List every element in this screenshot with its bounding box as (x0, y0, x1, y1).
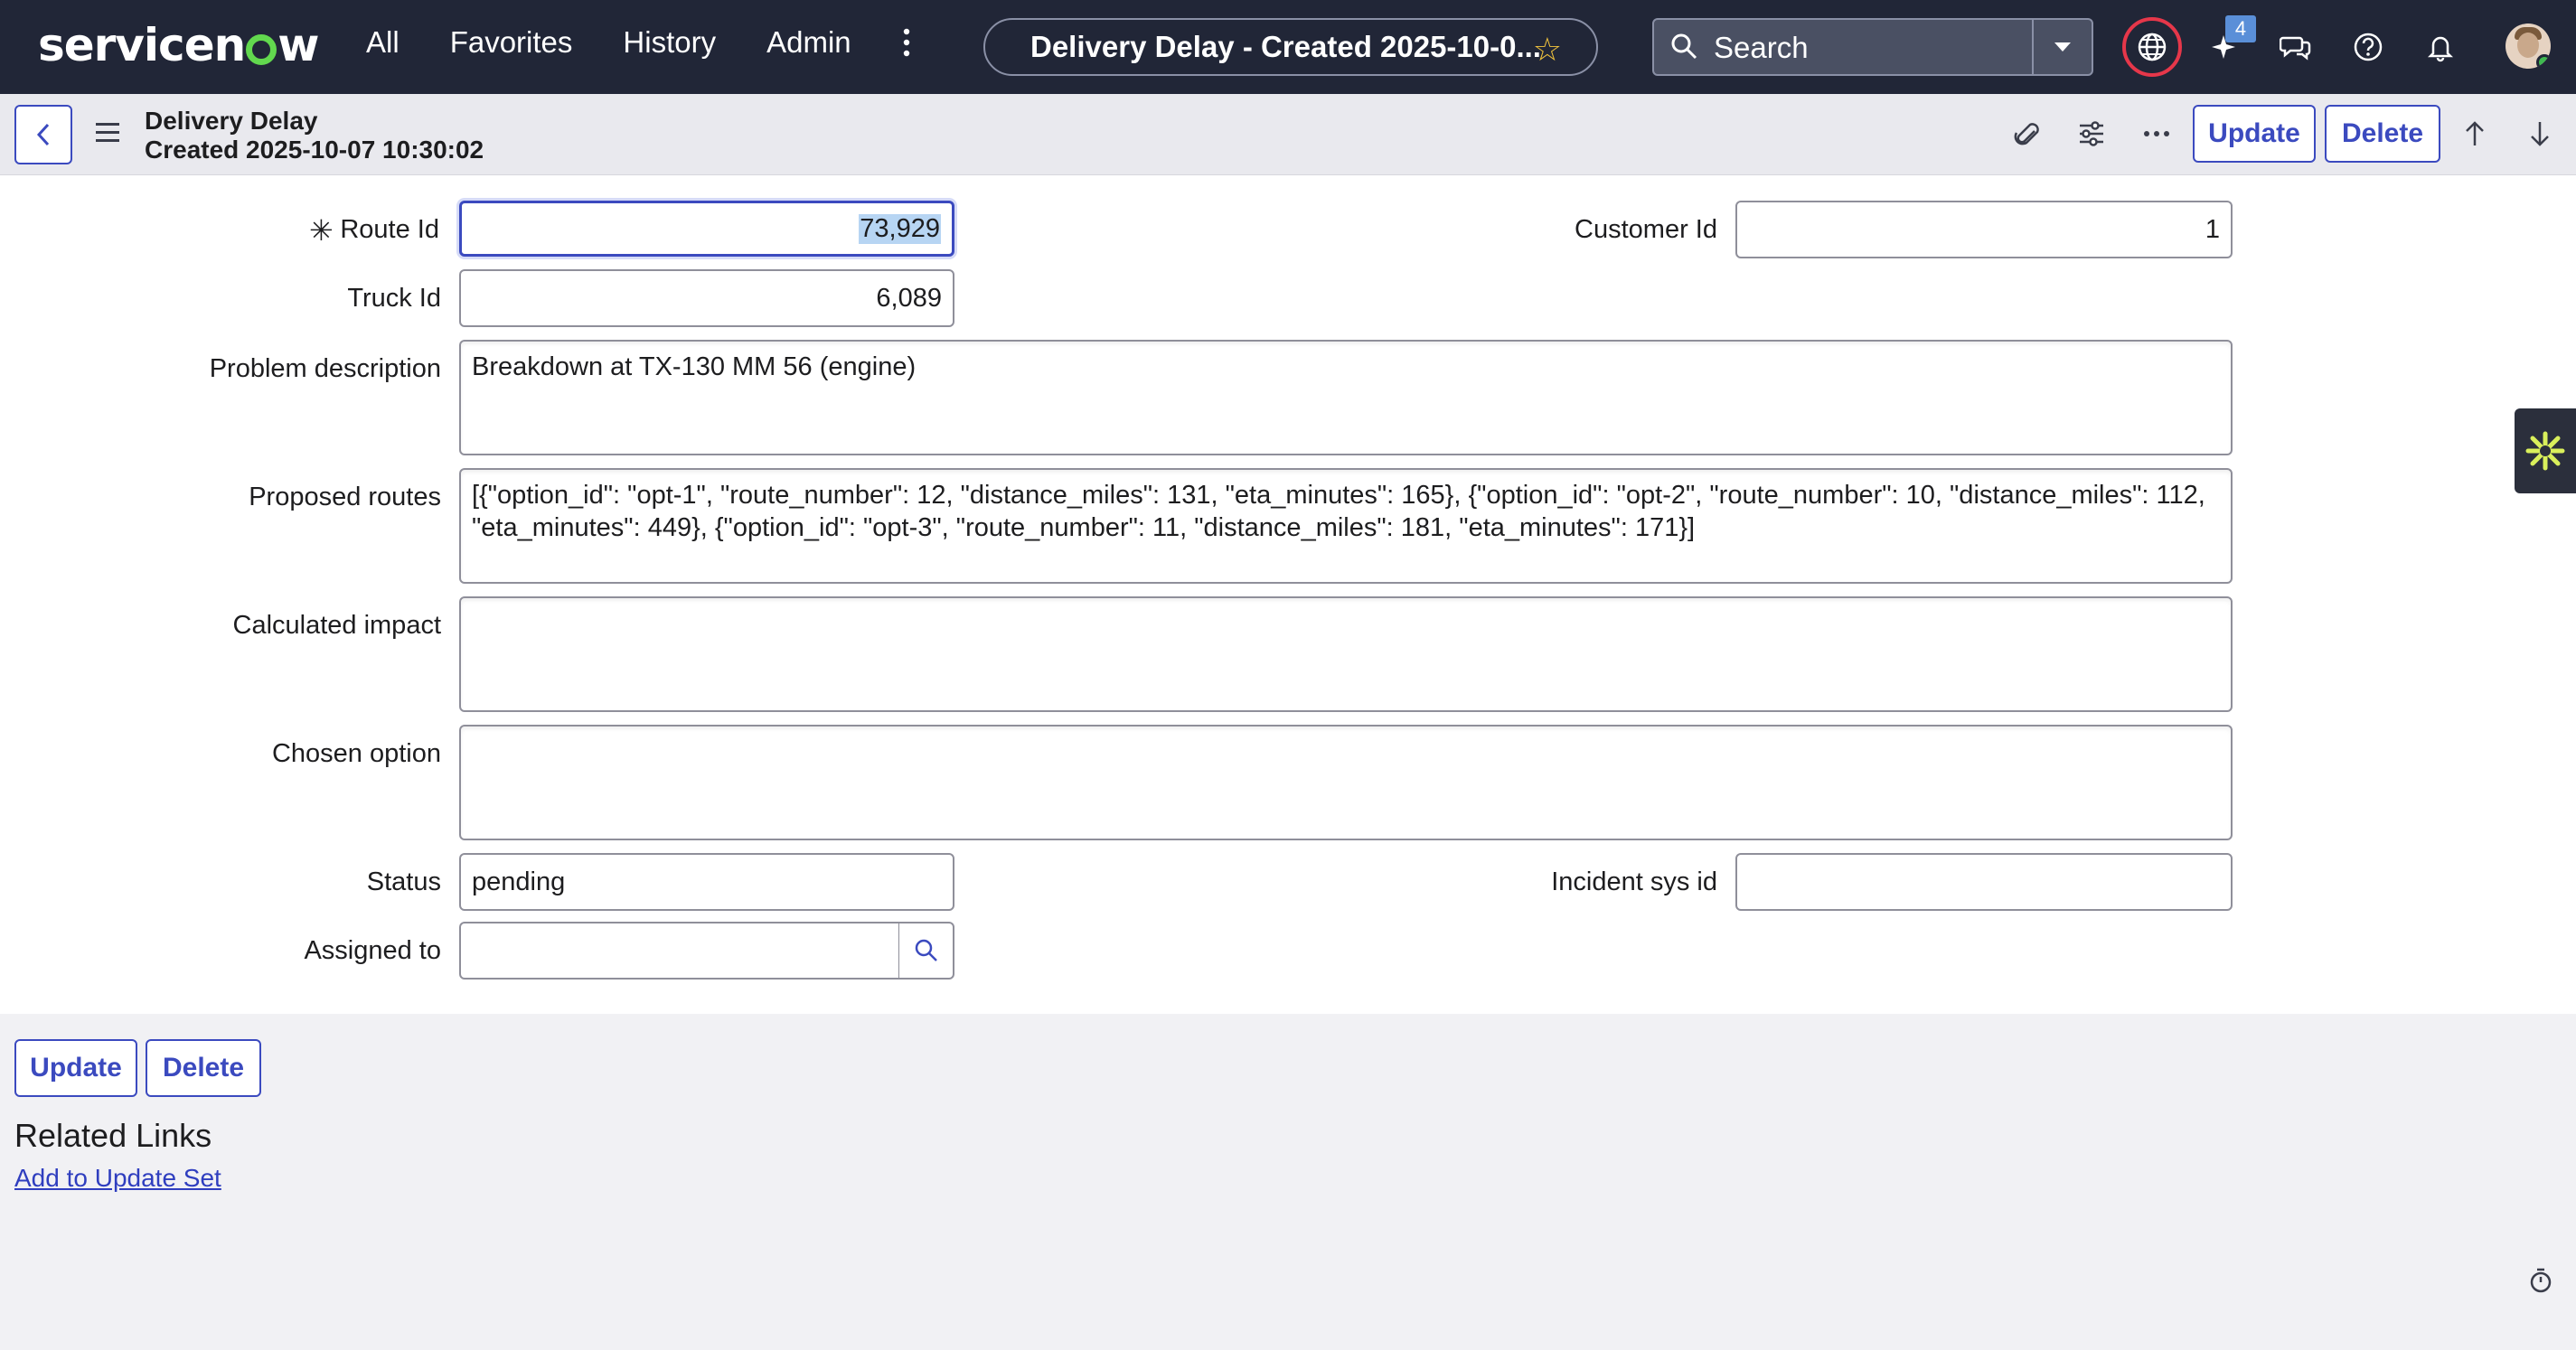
customer-id-label: Customer Id (1575, 215, 1717, 244)
assigned-to-field[interactable] (459, 922, 900, 980)
route-id-value: 73,929 (859, 213, 941, 244)
incident-sys-id-field[interactable] (1735, 853, 2233, 911)
star-icon[interactable]: ☆ (1533, 31, 1562, 69)
menu-favorites[interactable]: Favorites (450, 25, 573, 60)
bell-icon[interactable] (2417, 23, 2464, 70)
calculated-impact-textarea[interactable] (459, 596, 2233, 712)
truck-id-label: Truck Id (347, 284, 441, 313)
more-vertical-icon[interactable] (901, 27, 912, 63)
status-value: pending (472, 867, 566, 896)
add-to-update-set-link[interactable]: Add to Update Set (14, 1164, 221, 1193)
update-button-top[interactable]: Update (2193, 105, 2316, 163)
notification-badge: 4 (2225, 15, 2256, 42)
stopwatch-icon[interactable] (2527, 1267, 2554, 1294)
avatar-face (2517, 33, 2539, 58)
more-horizontal-icon[interactable] (2139, 116, 2175, 152)
delete-button-bottom[interactable]: Delete (146, 1039, 261, 1097)
calculated-impact-label: Calculated impact (232, 611, 442, 640)
logo-o-mark (246, 34, 277, 65)
arrow-up-icon[interactable] (2457, 116, 2493, 152)
incident-sys-id-label: Incident sys id (1551, 867, 1717, 896)
menu-history[interactable]: History (623, 25, 716, 60)
proposed-routes-label: Proposed routes (249, 483, 441, 511)
record-title: Delivery Delay - Created 2025-10-0... (1030, 30, 1541, 63)
customer-id-value: 1 (2205, 214, 2220, 244)
chosen-option-textarea[interactable] (459, 725, 2233, 840)
paperclip-icon[interactable] (2008, 116, 2045, 152)
delete-button-top[interactable]: Delete (2325, 105, 2440, 163)
assigned-to-label: Assigned to (304, 936, 441, 965)
form-header-bar: Delivery Delay Created 2025-10-07 10:30:… (0, 94, 2576, 175)
arrow-down-icon[interactable] (2522, 116, 2558, 152)
menu-icon[interactable] (96, 123, 119, 143)
asterisk-icon (2525, 431, 2565, 471)
main-menu: All Favorites History Admin (366, 25, 902, 60)
online-status-dot (2536, 54, 2551, 69)
back-icon (36, 123, 50, 146)
truck-id-field[interactable]: 6,089 (459, 269, 954, 327)
problem-description-label: Problem description (209, 354, 441, 383)
truck-id-value: 6,089 (876, 283, 942, 313)
route-id-label: Route Id (340, 215, 439, 244)
proposed-routes-textarea[interactable]: [{"option_id": "opt-1", "route_number": … (459, 468, 2233, 584)
search-icon (915, 939, 937, 961)
route-id-field[interactable]: 73,929 (459, 201, 954, 257)
search-placeholder: Search (1714, 31, 1809, 64)
customer-id-field[interactable]: 1 (1735, 201, 2233, 258)
status-field[interactable]: pending (459, 853, 954, 911)
problem-description-textarea[interactable]: Breakdown at TX-130 MM 56 (engine) (459, 340, 2233, 455)
update-button-bottom[interactable]: Update (14, 1039, 137, 1097)
menu-all[interactable]: All (366, 25, 400, 60)
chosen-option-label: Chosen option (271, 739, 441, 768)
record-title-pill[interactable]: Delivery Delay - Created 2025-10-0... ☆ (983, 18, 1598, 76)
assigned-to-lookup-button[interactable] (898, 922, 954, 980)
status-label: Status (366, 867, 441, 896)
back-button[interactable] (14, 105, 72, 164)
side-panel-tab[interactable] (2515, 408, 2576, 493)
form-title-created: Created 2025-10-07 10:30:02 (145, 136, 484, 164)
form-title-name: Delivery Delay (145, 107, 318, 135)
form-title: Delivery Delay Created 2025-10-07 10:30:… (145, 107, 484, 164)
menu-admin[interactable]: Admin (766, 25, 851, 60)
related-links-title: Related Links (14, 1117, 212, 1154)
settings-sliders-icon[interactable] (2073, 116, 2110, 152)
chat-icon[interactable] (2272, 23, 2319, 70)
search-icon (1671, 33, 1697, 60)
help-icon[interactable] (2345, 23, 2392, 70)
servicenow-logo[interactable]: servicenw servicenow (38, 18, 319, 72)
globe-icon[interactable] (2122, 17, 2182, 77)
global-search[interactable]: Search (1652, 18, 2093, 76)
chevron-down-icon[interactable] (2032, 20, 2092, 74)
top-navigation-bar: servicenw servicenow All Favorites Histo… (0, 0, 2576, 94)
avatar[interactable] (2505, 23, 2551, 69)
